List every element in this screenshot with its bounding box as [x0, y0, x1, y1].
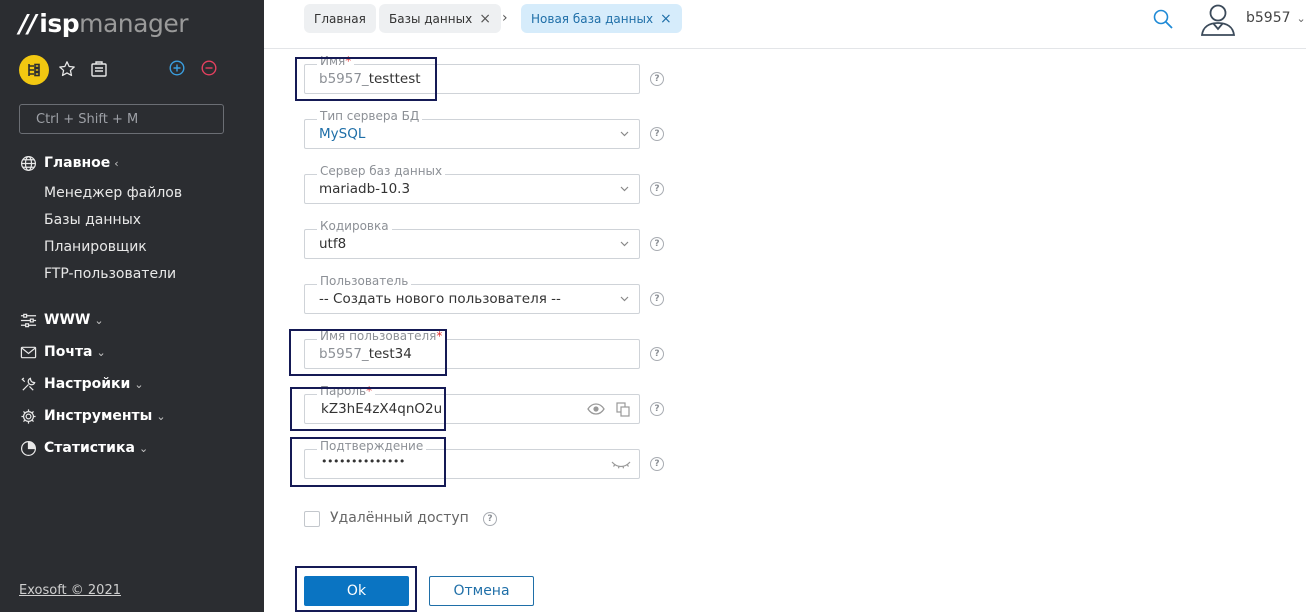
db-user-value: -- Создать нового пользователя -- — [319, 291, 561, 307]
help-icon[interactable]: ? — [650, 72, 664, 86]
mail-icon — [19, 343, 37, 361]
chevron-down-icon: ⌄ — [1296, 11, 1306, 25]
chevron-down-icon — [620, 296, 629, 302]
sidebar-item-databases[interactable]: Базы данных — [44, 212, 141, 228]
tree-menu-icon[interactable] — [19, 55, 49, 85]
chevron-down-icon — [620, 241, 629, 247]
logo-bars: // — [19, 8, 37, 38]
globe-icon — [19, 154, 37, 172]
copy-icon[interactable] — [616, 402, 630, 417]
nav-group-statistics[interactable]: Статистика ⌄ — [19, 439, 148, 457]
help-icon[interactable]: ? — [650, 292, 664, 306]
close-icon[interactable]: × — [660, 12, 672, 26]
nav-group-label: WWW — [44, 312, 91, 328]
user-menu[interactable]: b5957 ⌄ — [1246, 10, 1306, 26]
help-icon[interactable]: ? — [650, 402, 664, 416]
highlight-box — [290, 387, 446, 431]
remove-circle-icon[interactable] — [201, 60, 217, 76]
db-server-value: mariadb-10.3 — [319, 181, 411, 197]
logo-isp: isp — [39, 8, 80, 38]
breadcrumb-separator: › — [502, 10, 508, 26]
nav-group-label: Главное — [44, 155, 111, 171]
breadcrumb-home[interactable]: Главная — [304, 4, 376, 33]
help-icon[interactable]: ? — [650, 237, 664, 251]
sidebar-item-file-manager[interactable]: Менеджер файлов — [44, 185, 182, 201]
top-header: Главная Базы данных × › Новая база данны… — [264, 0, 1306, 49]
breadcrumb-label: Новая база данных — [531, 11, 654, 26]
highlight-box — [290, 437, 446, 487]
search-icon[interactable] — [1152, 8, 1174, 30]
encoding-value: utf8 — [319, 236, 347, 252]
help-icon[interactable]: ? — [650, 182, 664, 196]
gear-icon — [19, 407, 37, 425]
chevron-down-icon: ⌄ — [94, 313, 104, 327]
sliders-icon — [19, 311, 37, 329]
db-user-select[interactable]: Пользователь -- Создать нового пользоват… — [304, 274, 640, 314]
eye-icon[interactable] — [587, 403, 605, 415]
breadcrumb-new-database[interactable]: Новая база данных × — [521, 4, 682, 33]
field-label: Кодировка — [317, 219, 392, 233]
field-label: Сервер баз данных — [317, 164, 446, 178]
nav-group-label: Статистика — [44, 440, 135, 456]
chevron-down-icon — [620, 131, 629, 137]
sidebar-item-ftp-users[interactable]: FTP-пользователи — [44, 266, 176, 282]
chevron-down-icon: ⌄ — [96, 345, 106, 359]
nav-group-tools[interactable]: Инструменты ⌄ — [19, 407, 166, 425]
nav-group-www[interactable]: WWW ⌄ — [19, 311, 104, 329]
clipboard-icon[interactable] — [89, 59, 109, 79]
highlight-box — [289, 329, 447, 376]
isp-manager-logo[interactable]: // isp manager — [19, 8, 188, 38]
help-icon[interactable]: ? — [650, 347, 664, 361]
db-type-value: MySQL — [319, 126, 366, 142]
chevron-left-icon: ‹ — [114, 156, 119, 170]
star-icon[interactable] — [58, 59, 76, 79]
pie-chart-icon — [19, 439, 37, 457]
remote-access-label: Удалённый доступ — [330, 510, 469, 526]
chevron-down-icon: ⌄ — [156, 409, 166, 423]
nav-group-main[interactable]: Главное ‹ — [19, 154, 119, 172]
encoding-select[interactable]: Кодировка utf8 — [304, 219, 640, 259]
chevron-down-icon: ⌄ — [138, 441, 149, 455]
exosoft-copyright-link[interactable]: Exosoft © 2021 — [19, 583, 121, 598]
breadcrumb-databases[interactable]: Базы данных × — [379, 4, 501, 33]
nav-group-label: Почта — [44, 344, 93, 360]
remote-access-checkbox[interactable] — [304, 511, 320, 527]
nav-group-label: Настройки — [44, 376, 131, 392]
user-avatar-icon[interactable] — [1199, 2, 1237, 36]
chevron-down-icon — [620, 186, 629, 192]
breadcrumb-label: Главная — [314, 11, 366, 26]
eye-closed-icon[interactable] — [611, 459, 631, 469]
sidebar-search-input[interactable] — [19, 104, 224, 134]
nav-group-mail[interactable]: Почта ⌄ — [19, 343, 106, 361]
sidebar-item-scheduler[interactable]: Планировщик — [44, 239, 147, 255]
nav-group-settings[interactable]: Настройки ⌄ — [19, 375, 144, 393]
help-icon[interactable]: ? — [650, 457, 664, 471]
help-icon[interactable]: ? — [650, 127, 664, 141]
ok-button[interactable]: Ok — [304, 576, 409, 606]
add-circle-icon[interactable] — [169, 60, 185, 76]
sidebar-toolbar — [19, 54, 229, 86]
help-icon[interactable]: ? — [483, 512, 497, 526]
username-label: b5957 — [1246, 10, 1291, 26]
breadcrumb-label: Базы данных — [389, 11, 473, 26]
cancel-button[interactable]: Отмена — [429, 576, 534, 606]
logo-manager: manager — [79, 8, 188, 38]
db-server-select[interactable]: Сервер баз данных mariadb-10.3 — [304, 164, 640, 204]
highlight-box — [295, 57, 437, 101]
field-label: Пользователь — [317, 274, 412, 288]
wrench-icon — [19, 375, 37, 393]
close-icon[interactable]: × — [479, 12, 491, 26]
chevron-down-icon: ⌄ — [134, 377, 144, 391]
sidebar: // isp manager Главное ‹ Менеджер файлов… — [0, 0, 264, 612]
field-label: Тип сервера БД — [317, 109, 423, 123]
nav-group-label: Инструменты — [44, 408, 153, 424]
db-type-select[interactable]: Тип сервера БД MySQL — [304, 109, 640, 149]
